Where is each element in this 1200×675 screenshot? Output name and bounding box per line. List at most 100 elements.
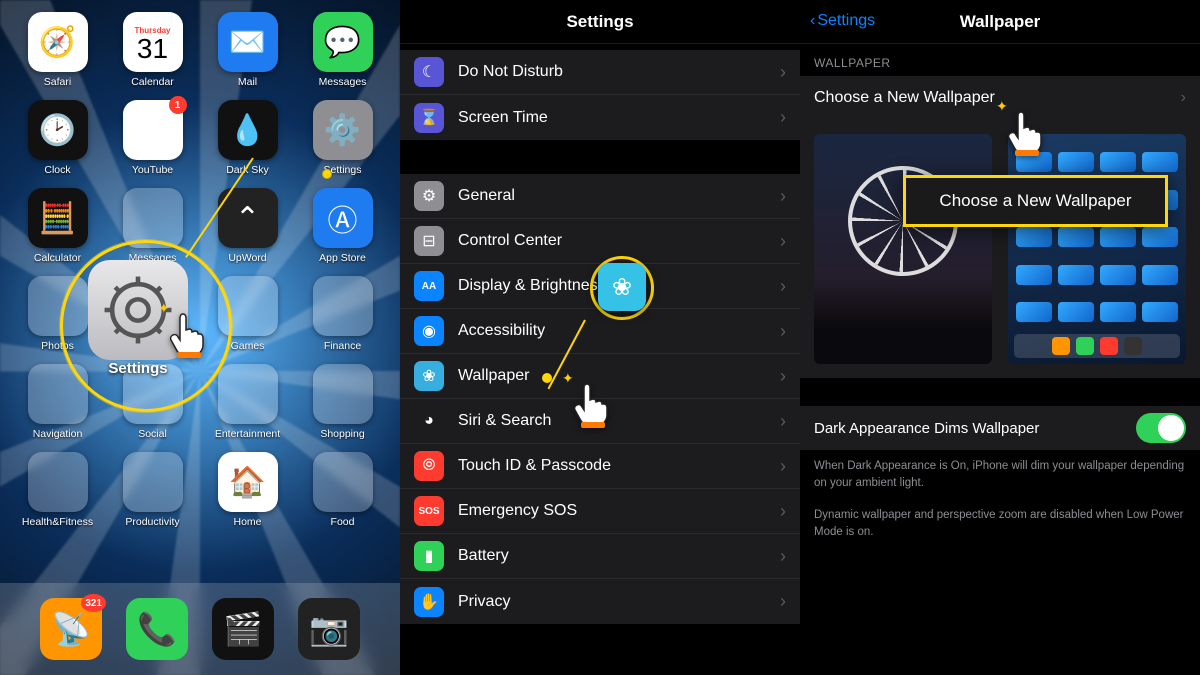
app-label: Health&Fitness	[22, 516, 93, 528]
app-label: Photos	[41, 340, 74, 352]
app-app-store[interactable]: ⒶApp Store	[299, 188, 386, 264]
app-settings[interactable]: ⚙️Settings	[299, 100, 386, 176]
app-label: Calendar	[131, 76, 174, 88]
app-label: Games	[231, 340, 265, 352]
settings-row-privacy[interactable]: ✋Privacy›	[400, 579, 800, 624]
app-messages[interactable]: 💬 Messages	[299, 12, 386, 88]
app-entertainment[interactable]: Entertainment	[204, 364, 291, 440]
app-calendar[interactable]: Thursday31 Calendar	[109, 12, 196, 88]
row-label: General	[458, 187, 515, 205]
app-clock[interactable]: 🕑Clock	[14, 100, 101, 176]
folder-icon	[313, 276, 373, 336]
app-productivity[interactable]: Productivity	[109, 452, 196, 528]
row-icon: ◉	[414, 316, 444, 346]
calc-icon: 🧮	[28, 188, 88, 248]
app-label: Messages	[319, 76, 367, 88]
app-label: Mail	[238, 76, 257, 88]
badge: 321	[81, 594, 106, 612]
settings-row-control-center[interactable]: ⊟Control Center›	[400, 219, 800, 264]
app-food[interactable]: Food	[299, 452, 386, 528]
wallpaper-icon: ❀	[598, 263, 646, 311]
navbar: Settings	[400, 0, 800, 44]
messages-icon: 💬	[313, 12, 373, 72]
navbar-title: Settings	[566, 12, 633, 32]
lock-screen-preview[interactable]	[814, 134, 992, 364]
chevron-right-icon: ›	[780, 366, 786, 387]
chevron-right-icon: ›	[780, 411, 786, 432]
row-icon: SOS	[414, 496, 444, 526]
row-label: Touch ID & Passcode	[458, 457, 611, 475]
row-label: Siri & Search	[458, 412, 551, 430]
settings-row-general[interactable]: ⚙General›	[400, 174, 800, 219]
toggle-switch[interactable]	[1136, 413, 1186, 443]
dark-dims-wallpaper-row[interactable]: Dark Appearance Dims Wallpaper	[800, 406, 1200, 450]
app-finance[interactable]: Finance	[299, 276, 386, 352]
chevron-right-icon: ›	[780, 546, 786, 567]
folder-icon	[123, 452, 183, 512]
settings-group-1: ☾Do Not Disturb›⌛Screen Time›	[400, 50, 800, 140]
wallpaper-cell: Choose a New Wallpaper ›	[800, 76, 1200, 378]
app-label: Food	[331, 516, 355, 528]
settings-row-accessibility[interactable]: ◉Accessibility›	[400, 309, 800, 354]
settings-row-emergency-sos[interactable]: SOSEmergency SOS›	[400, 489, 800, 534]
youtube-icon: ▶1	[123, 100, 183, 160]
settings-icon: ⚙️	[313, 100, 373, 160]
folder-icon	[218, 276, 278, 336]
badge: 1	[169, 96, 187, 114]
overcast-icon[interactable]: 📡321	[40, 598, 102, 660]
row-icon: AA	[414, 271, 444, 301]
home-screen-preview[interactable]	[1008, 134, 1186, 364]
row-label: Emergency SOS	[458, 502, 577, 520]
folder-icon	[313, 364, 373, 424]
row-label: Control Center	[458, 232, 562, 250]
row-icon: ❀	[414, 361, 444, 391]
movie-icon[interactable]: 🎬	[212, 598, 274, 660]
row-icon: ⌛	[414, 103, 444, 133]
settings-row-do-not-disturb[interactable]: ☾Do Not Disturb›	[400, 50, 800, 95]
app-label: UpWord	[228, 252, 266, 264]
app-mail[interactable]: ✉️ Mail	[204, 12, 291, 88]
row-icon: ▮	[414, 541, 444, 571]
app-shopping[interactable]: Shopping	[299, 364, 386, 440]
row-label: Privacy	[458, 593, 510, 611]
folder-icon	[28, 276, 88, 336]
phone-icon[interactable]: 📞	[126, 598, 188, 660]
section-header: WALLPAPER	[800, 44, 1200, 76]
settings-row-screen-time[interactable]: ⌛Screen Time›	[400, 95, 800, 140]
choose-wallpaper-callout: Choose a New Wallpaper	[903, 175, 1168, 227]
mail-icon: ✉️	[218, 12, 278, 72]
back-button[interactable]: ‹ Settings	[810, 12, 875, 30]
app-grid: 🧭Safari Thursday31 Calendar ✉️ Mail 💬 Messages…	[14, 12, 386, 528]
app-label: YouTube	[132, 164, 173, 176]
home-icon: 🏠	[218, 452, 278, 512]
settings-app-label: Settings	[88, 360, 188, 377]
camera-icon[interactable]: 📷	[298, 598, 360, 660]
app-calculator[interactable]: 🧮Calculator	[14, 188, 101, 264]
settings-row-touch-id-passcode[interactable]: ⦾Touch ID & Passcode›	[400, 444, 800, 489]
row-icon: ✋	[414, 587, 444, 617]
row-icon: ⦾	[414, 451, 444, 481]
row-label: Screen Time	[458, 109, 548, 127]
chevron-right-icon: ›	[780, 186, 786, 207]
row-label: Accessibility	[458, 322, 545, 340]
app-games[interactable]: Games	[204, 276, 291, 352]
row-label: Display & Brightness	[458, 277, 606, 295]
app-health-fitness[interactable]: Health&Fitness	[14, 452, 101, 528]
navbar: ‹ Settings Wallpaper	[800, 0, 1200, 44]
row-icon: ⊟	[414, 226, 444, 256]
app-home[interactable]: 🏠Home	[204, 452, 291, 528]
footer-text-1: When Dark Appearance is On, iPhone will …	[800, 450, 1200, 499]
tap-pointer-icon: ✦	[572, 380, 614, 430]
chevron-right-icon: ›	[780, 276, 786, 297]
app-label: Productivity	[125, 516, 179, 528]
folder-icon	[123, 188, 183, 248]
row-label: Do Not Disturb	[458, 63, 563, 81]
settings-row-battery[interactable]: ▮Battery›	[400, 534, 800, 579]
app-upword[interactable]: ⌃UpWord	[204, 188, 291, 264]
app-youtube[interactable]: ▶1 YouTube	[109, 100, 196, 176]
app-safari[interactable]: 🧭Safari	[14, 12, 101, 88]
calendar-icon: Thursday31	[123, 12, 183, 72]
tap-pointer-icon: ✦	[1006, 108, 1048, 158]
row-icon: ☾	[414, 57, 444, 87]
app-messages[interactable]: Messages	[109, 188, 196, 264]
